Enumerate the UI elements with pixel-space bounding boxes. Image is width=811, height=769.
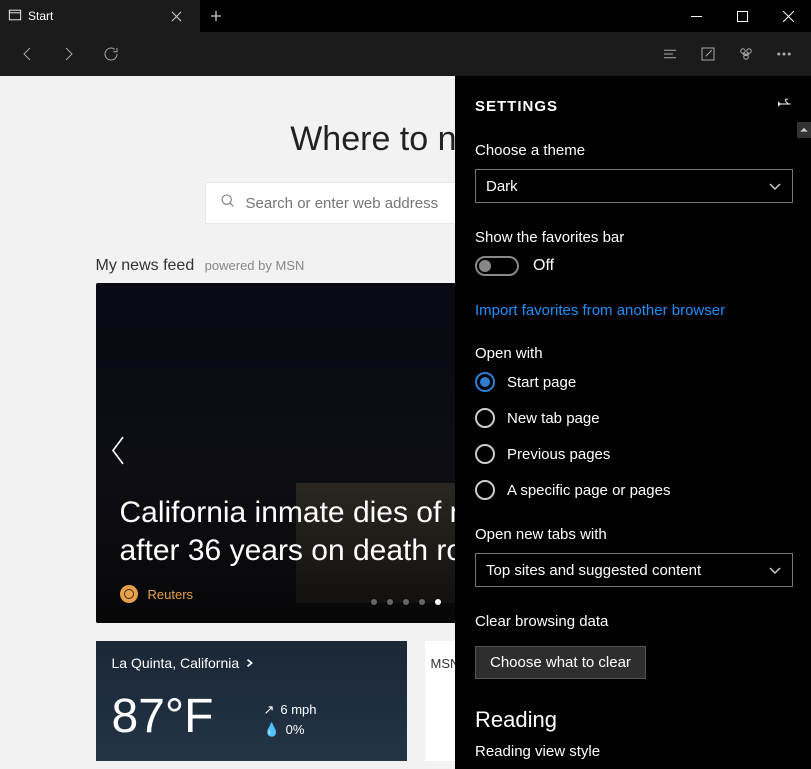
settings-pane: SETTINGS Choose a theme Dark Show the fa… <box>455 76 811 769</box>
maximize-button[interactable] <box>719 0 765 32</box>
note-icon[interactable] <box>689 35 727 73</box>
favorites-bar-label: Show the favorites bar <box>475 229 793 246</box>
toolbar <box>0 32 811 76</box>
new-tabs-value: Top sites and suggested content <box>486 562 701 579</box>
choose-what-to-clear-button[interactable]: Choose what to clear <box>475 646 646 679</box>
hero-source: Reuters <box>120 585 194 603</box>
reuters-logo-icon <box>120 585 138 603</box>
favorites-bar-state: Off <box>533 257 554 275</box>
hero-pager[interactable] <box>371 599 441 605</box>
new-tabs-select[interactable]: Top sites and suggested content <box>475 553 793 587</box>
share-icon[interactable] <box>727 35 765 73</box>
forward-button[interactable] <box>50 35 88 73</box>
minimize-button[interactable] <box>673 0 719 32</box>
import-favorites-link[interactable]: Import favorites from another browser <box>475 302 793 319</box>
tab-title: Start <box>28 9 154 23</box>
tab-start[interactable]: Start <box>0 0 200 32</box>
theme-label: Choose a theme <box>475 142 793 159</box>
hero-prev-icon[interactable] <box>108 434 128 473</box>
tab-close-icon[interactable] <box>160 11 192 22</box>
weather-details: ↗6 mph 💧0% <box>263 700 316 739</box>
wind-icon: ↗ <box>263 700 274 720</box>
radio-specific-page[interactable]: A specific page or pages <box>475 480 793 500</box>
favorites-bar-toggle[interactable] <box>475 256 519 276</box>
new-tabs-label: Open new tabs with <box>475 526 793 543</box>
theme-value: Dark <box>486 178 518 195</box>
reading-heading: Reading <box>475 707 793 733</box>
open-with-label: Open with <box>475 345 793 362</box>
close-window-button[interactable] <box>765 0 811 32</box>
radio-start-page[interactable]: Start page <box>475 372 793 392</box>
chevron-down-icon <box>768 179 782 193</box>
clear-data-label: Clear browsing data <box>475 613 793 630</box>
theme-select[interactable]: Dark <box>475 169 793 203</box>
tab-page-icon <box>8 8 22 25</box>
more-icon[interactable] <box>765 35 803 73</box>
new-tab-button[interactable] <box>200 0 232 32</box>
precip-icon: 💧 <box>263 720 279 740</box>
search-icon <box>220 193 236 214</box>
settings-title: SETTINGS <box>475 96 793 116</box>
pin-icon[interactable] <box>777 96 793 116</box>
hero-source-label: Reuters <box>148 587 194 602</box>
weather-temp: 87°F <box>112 689 391 744</box>
open-with-radios: Start page New tab page Previous pages A… <box>475 372 793 500</box>
radio-new-tab-page[interactable]: New tab page <box>475 408 793 428</box>
radio-previous-pages[interactable]: Previous pages <box>475 444 793 464</box>
tab-bar: Start <box>0 0 811 32</box>
back-button[interactable] <box>8 35 46 73</box>
refresh-button[interactable] <box>92 35 130 73</box>
feed-powered-by: powered by MSN <box>205 258 305 273</box>
reading-style-label: Reading view style <box>475 743 793 760</box>
weather-location: La Quinta, California <box>112 655 391 671</box>
reading-list-icon[interactable] <box>651 35 689 73</box>
window-controls <box>673 0 811 32</box>
scroll-up-button[interactable] <box>797 122 811 138</box>
chevron-down-icon <box>768 563 782 577</box>
feed-label: My news feed <box>96 257 195 274</box>
weather-card[interactable]: La Quinta, California 87°F ↗6 mph 💧0% <box>96 641 407 761</box>
